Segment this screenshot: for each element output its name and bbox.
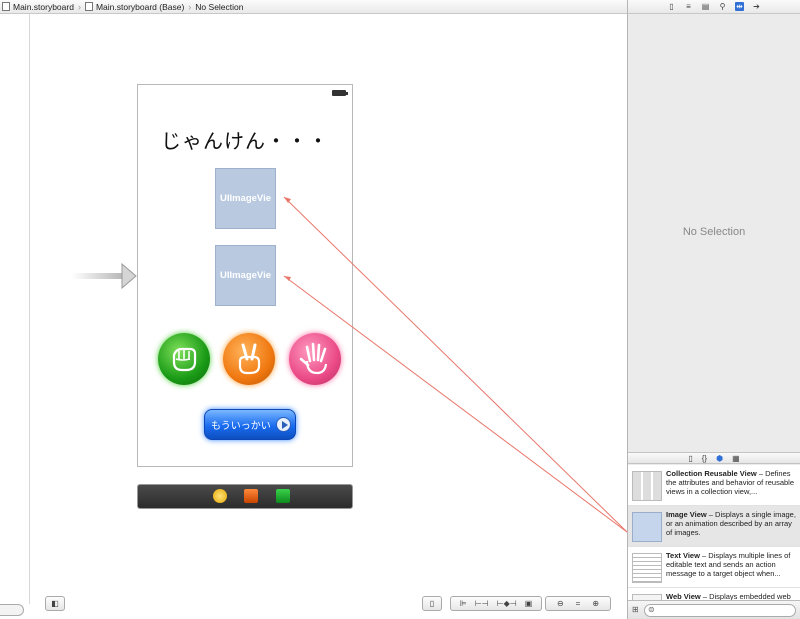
outline-divider (29, 14, 30, 604)
first-responder-icon[interactable] (244, 489, 258, 503)
attributes-inspector-icon[interactable]: ⚲ (718, 2, 727, 11)
collection-reusable-view-icon (632, 471, 662, 501)
library-filter-bar: ⊞ ⊜ (628, 600, 800, 619)
library-item-collection-reusable-view[interactable]: Collection Reusable View – Defines the a… (628, 465, 800, 506)
show-outline-button[interactable]: ◧ (45, 596, 65, 611)
pin-icon: ⊢⊣ (474, 599, 489, 608)
no-selection-label: No Selection (682, 226, 746, 238)
sidebar-toggle-icon: ◧ (51, 599, 59, 608)
library-item-image-view[interactable]: Image View – Displays a single image, or… (628, 506, 800, 547)
size-class-button[interactable]: ▯ (422, 596, 442, 611)
breadcrumb-selection-label: No Selection (195, 1, 244, 12)
library-item-title: Collection Reusable View (666, 469, 757, 478)
exit-icon[interactable] (276, 489, 290, 503)
grid-view-toggle-icon[interactable]: ⊞ (632, 605, 639, 614)
paper-button[interactable] (289, 333, 341, 385)
code-snippet-library-icon[interactable]: {} (702, 454, 707, 463)
image-view-icon (632, 512, 662, 542)
play-icon (276, 417, 291, 432)
play-again-button[interactable]: もういっかい (204, 409, 296, 440)
storyboard-file-icon (2, 2, 10, 11)
library-selector-bar: ▯ {} ⬢ ▦ (628, 452, 800, 464)
breadcrumb-separator: › (77, 1, 81, 12)
align-icon: ⊫ (459, 599, 467, 608)
resolve-icon: ⊢◆⊣ (496, 599, 517, 608)
jump-bar: Main.storyboard › Main.storyboard (Base)… (0, 0, 627, 14)
play-again-label: もういっかい (211, 421, 271, 432)
library-item-title: Text View (666, 551, 700, 560)
rock-button[interactable] (158, 333, 210, 385)
zoom-controls[interactable]: ⊖ = ⊕ (545, 596, 611, 611)
computer-hand-image-view[interactable]: UIImageVie (215, 168, 276, 229)
zoom-out-icon: ⊖ (556, 599, 564, 608)
breadcrumb-storyboard-label: Main.storyboard (13, 1, 74, 12)
rock-fist-icon (172, 347, 197, 372)
library-item-title: Image View (666, 510, 707, 519)
object-library-icon[interactable]: ⬢ (716, 454, 723, 463)
breadcrumb-storyboard-base[interactable]: Main.storyboard (Base) (84, 1, 185, 12)
utilities-panel: ▯ ≡ ▤ ⚲ ⇹ ➔ No Selection ▯ {} ⬢ ▦ Collec… (627, 0, 800, 619)
connections-inspector-icon[interactable]: ➔ (752, 2, 761, 11)
paper-hand-icon (299, 342, 328, 375)
jankenpon-title-label[interactable]: じゃんけん・・・ (138, 125, 352, 154)
scissors-button[interactable] (223, 333, 275, 385)
file-inspector-icon[interactable]: ▯ (667, 2, 676, 11)
breadcrumb-selection[interactable]: No Selection (195, 2, 243, 12)
file-template-library-icon[interactable]: ▯ (688, 454, 692, 463)
object-library-list[interactable]: Collection Reusable View – Defines the a… (628, 465, 800, 600)
scene-dock (137, 484, 353, 509)
view-controller-scene[interactable]: じゃんけん・・・ UIImageVie UIImageVie もういっかい (137, 84, 353, 467)
storyboard-base-file-icon (84, 2, 93, 11)
size-inspector-icon[interactable]: ⇹ (735, 2, 744, 11)
library-item-title: Web View (666, 592, 701, 600)
library-filter-field[interactable]: ⊜ (644, 604, 796, 617)
view-controller-icon[interactable] (213, 489, 227, 503)
battery-icon (332, 90, 348, 96)
breadcrumb-storyboard-base-label: Main.storyboard (Base) (95, 1, 185, 12)
device-icon: ▯ (429, 599, 435, 608)
breadcrumb-separator: › (188, 1, 192, 12)
identity-inspector-icon[interactable]: ▤ (701, 2, 710, 11)
initial-view-controller-arrow-icon[interactable] (72, 262, 138, 290)
zoom-in-icon: ⊕ (592, 599, 600, 608)
player-hand-image-view[interactable]: UIImageVie (215, 245, 276, 306)
filter-icon: ⊜ (648, 605, 655, 614)
scissors-hand-icon (238, 343, 261, 375)
document-outline-toggle[interactable] (0, 604, 24, 616)
quick-help-icon[interactable]: ≡ (684, 2, 693, 11)
zoom-actual-icon: = (575, 599, 581, 608)
library-item-text-view[interactable]: Text View – Displays multiple lines of e… (628, 547, 800, 588)
inspector-selector-bar: ▯ ≡ ▤ ⚲ ⇹ ➔ (628, 0, 800, 14)
media-library-icon[interactable]: ▦ (732, 454, 740, 463)
breadcrumb-storyboard[interactable]: Main.storyboard (2, 2, 74, 12)
library-item-description: – Displays embedded web (700, 592, 791, 600)
library-item-web-view[interactable]: Web View – Displays embedded web (628, 588, 800, 600)
autolayout-controls[interactable]: ⊫ ⊢⊣ ⊢◆⊣ ▣ (450, 596, 542, 611)
text-view-icon (632, 553, 662, 583)
resizing-icon: ▣ (524, 599, 533, 608)
storyboard-canvas[interactable]: じゃんけん・・・ UIImageVie UIImageVie もういっかい ◧ … (0, 14, 627, 619)
